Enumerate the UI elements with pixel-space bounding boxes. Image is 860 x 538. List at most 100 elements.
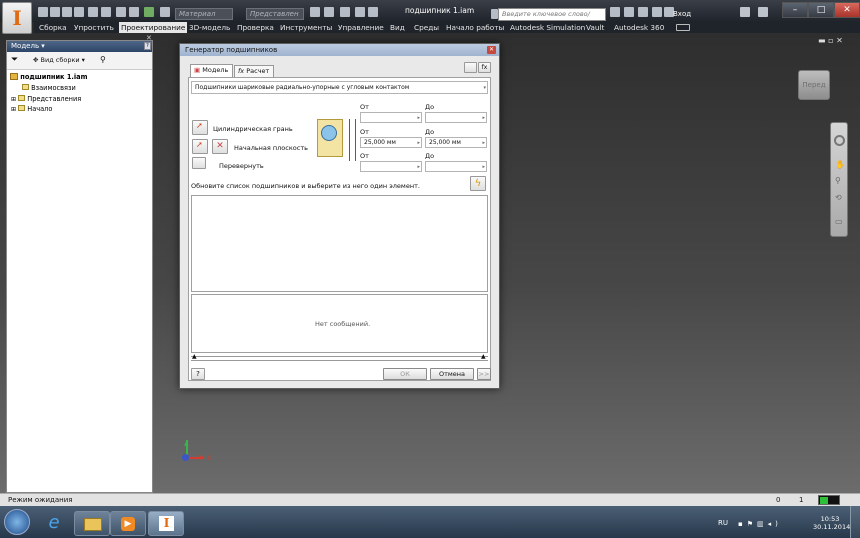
wrench-icon[interactable] [624,7,634,17]
tree-root[interactable]: подшипник 1.iam [10,73,88,81]
tree-item-origin[interactable]: ⊞ Начало [11,105,52,113]
home-icon[interactable] [116,7,126,17]
update-icon[interactable] [144,7,154,17]
print-icon[interactable] [74,7,84,17]
refresh-list-icon[interactable]: ϟ [470,176,486,191]
flip-label: Перевернуть [219,162,264,170]
tab-get-started[interactable]: Начало работы [446,22,504,33]
browser-header[interactable]: Модель ▾ [7,41,152,52]
calc-options-icon[interactable]: fx [478,62,491,73]
tab-simplify[interactable]: Упростить [74,22,114,33]
search-input[interactable]: Введите ключевое слово/фразу [498,8,606,29]
expand-icon[interactable]: ⊞ [11,106,16,113]
tab-vault[interactable]: Vault [586,22,604,33]
cylindrical-face-button[interactable]: ➚ [192,120,208,135]
bore-diameter-to[interactable]: 25,000 мм ▸ [425,137,487,148]
help-icon[interactable] [758,7,768,17]
doc-window-controls[interactable]: ▬ ▫ ✕ [818,36,843,45]
orbit-icon[interactable]: ⟲ [835,193,842,202]
pan-icon[interactable]: ✋ [835,160,845,169]
tab-autodesk-360[interactable]: Autodesk 360 [614,22,664,33]
show-desktop-button[interactable] [850,506,860,538]
maximize-button[interactable]: □ [808,2,834,18]
cancel-button[interactable]: Отмена [430,368,474,380]
subscription-icon[interactable] [638,7,648,17]
bore-diameter-from[interactable]: 25,000 мм ▸ [360,137,422,148]
ribbon-tabs: Сборка Упростить Проектирование 3D-модел… [34,22,860,33]
start-button[interactable] [4,509,30,535]
tab-model[interactable]: ▣ Модель [190,64,233,77]
ok-button[interactable]: ОК [383,368,427,380]
select-icon[interactable] [129,7,139,17]
more-button[interactable]: >> [477,368,491,380]
tab-tools[interactable]: Инструменты [280,22,332,33]
search-expand-icon[interactable] [491,9,498,19]
tab-environments[interactable]: Среды [414,22,439,33]
media-player-icon[interactable]: ▶ [110,511,146,536]
look-at-icon[interactable]: ▭ [835,217,843,226]
outer-diameter-to[interactable]: ▸ [425,112,487,123]
view-dropdown[interactable]: ✥ Вид сборки ▾ [33,56,85,64]
width-from[interactable]: ▸ [360,161,422,172]
tab-inspect[interactable]: Проверка [237,22,274,33]
outer-diameter-from[interactable]: ▸ [360,112,422,123]
tab-3d-model[interactable]: 3D-модель [189,22,230,33]
color-icon[interactable] [310,7,320,17]
redo-icon[interactable] [101,7,111,17]
view-rep-dropdown[interactable]: Представлен [246,8,304,20]
ie-icon[interactable]: e [36,511,72,536]
tab-assembly[interactable]: Сборка [39,22,67,33]
tree-item-representations[interactable]: ⊞ Представления [11,95,81,103]
messages-pane: Нет сообщений. [191,294,488,353]
save-icon[interactable] [62,7,72,17]
bearing-type-select[interactable]: Подшипники шариковые радиально-упорные с… [191,81,488,94]
view-cube[interactable]: Перед [798,70,830,100]
expand-icon[interactable]: ⊞ [11,96,16,103]
tab-view[interactable]: Вид [390,22,405,33]
splitter-bar[interactable] [191,356,488,361]
sketch-icon[interactable] [160,7,170,17]
explorer-icon[interactable] [74,511,110,536]
minimize-button[interactable]: – [782,2,808,18]
exchange-icon[interactable] [740,7,750,17]
browser-close-icon[interactable]: ✕ [146,34,152,42]
clock[interactable]: 10:53 30.11.2014 [813,515,850,531]
start-plane-clear-icon[interactable]: ✕ [212,139,228,154]
formula-icon[interactable] [340,7,350,17]
ribbon-toggle-icon[interactable] [676,24,690,31]
app-menu-button[interactable]: I [2,2,32,34]
splitter-up-icon[interactable]: ▲ [192,353,197,360]
start-plane-button[interactable]: ➚ [192,139,208,154]
tree-item-relationships[interactable]: Взаимосвязи [22,84,76,92]
tab-autodesk-simulation[interactable]: Autodesk Simulation [510,22,585,33]
bearing-list[interactable] [191,195,488,292]
width-to[interactable]: ▸ [425,161,487,172]
find-icon[interactable]: ⚲ [100,55,106,64]
open-icon[interactable] [50,7,60,17]
steering-wheel-icon[interactable] [834,135,845,146]
undo-icon[interactable] [88,7,98,17]
help-button[interactable]: ? [191,368,205,380]
material-dropdown[interactable]: Материал [175,8,233,20]
close-button[interactable]: ✕ [834,2,860,18]
save-to-file-icon[interactable] [464,62,477,73]
browser-help-icon[interactable]: ? [144,42,151,50]
dialog-close-button[interactable]: ✕ [487,46,496,54]
splitter-down-icon[interactable]: ▲ [481,353,486,360]
sign-in-link[interactable]: Вход [673,10,691,18]
language-indicator[interactable]: RU [718,519,728,527]
tray-icons[interactable]: ▪⚑▥◂) [738,520,782,528]
new-icon[interactable] [38,7,48,17]
inventor-task-icon[interactable]: I [148,511,184,536]
filter-icon[interactable]: ⏷ [11,55,18,65]
options-icon[interactable] [355,7,365,17]
star-icon[interactable] [652,7,662,17]
tab-calculation[interactable]: fx Расчет [234,65,274,77]
flip-button[interactable] [192,157,206,169]
tab-manage[interactable]: Управление [338,22,384,33]
dropdown-icon[interactable] [368,7,378,17]
measure-icon[interactable] [324,7,334,17]
tab-design[interactable]: Проектирование [119,22,188,33]
zoom-icon[interactable]: ⚲ [835,176,841,185]
binoculars-icon[interactable] [610,7,620,17]
